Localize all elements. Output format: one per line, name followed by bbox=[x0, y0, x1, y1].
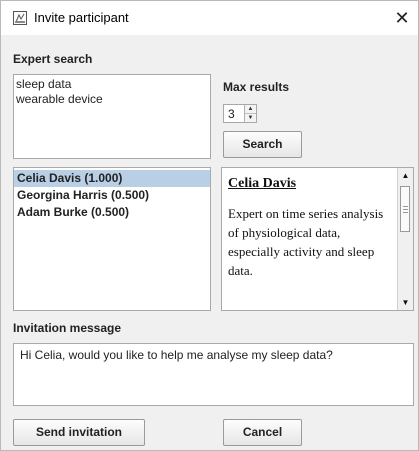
scrollbar-thumb[interactable] bbox=[400, 186, 410, 232]
grip-line bbox=[403, 206, 408, 207]
window-title: Invite participant bbox=[34, 10, 129, 25]
grip-line bbox=[403, 209, 408, 210]
send-invitation-button[interactable]: Send invitation bbox=[13, 419, 145, 446]
spinner-down-icon[interactable]: ▼ bbox=[245, 114, 256, 122]
max-results-spinner[interactable]: 3 ▲ ▼ bbox=[223, 104, 257, 123]
search-query-textarea[interactable]: sleep data wearable device bbox=[13, 74, 211, 159]
expert-detail-content: Celia Davis Expert on time series analys… bbox=[228, 174, 394, 280]
invitation-message-heading: Invitation message bbox=[13, 321, 122, 335]
expert-description: Expert on time series analysis of physio… bbox=[228, 206, 384, 278]
title-bar: Invite participant ✕ bbox=[1, 1, 418, 35]
invite-participant-dialog: Invite participant ✕ Expert search sleep… bbox=[0, 0, 419, 451]
result-item[interactable]: Adam Burke (0.500) bbox=[14, 204, 210, 221]
invitation-message-textarea[interactable]: Hi Celia, would you like to help me anal… bbox=[13, 343, 414, 406]
scroll-up-icon[interactable]: ▲ bbox=[398, 168, 413, 183]
close-icon[interactable]: ✕ bbox=[391, 7, 413, 29]
spinner-up-icon[interactable]: ▲ bbox=[245, 105, 256, 114]
expert-results-list[interactable]: Celia Davis (1.000) Georgina Harris (0.5… bbox=[13, 167, 211, 311]
scroll-down-icon[interactable]: ▼ bbox=[398, 295, 413, 310]
grip-line bbox=[403, 212, 408, 213]
result-item[interactable]: Celia Davis (1.000) bbox=[14, 170, 210, 187]
expert-detail-pane: Celia Davis Expert on time series analys… bbox=[221, 167, 414, 311]
max-results-label: Max results bbox=[223, 80, 290, 94]
detail-scrollbar[interactable]: ▲ ▼ bbox=[397, 168, 413, 310]
expert-search-heading: Expert search bbox=[13, 52, 93, 66]
expert-name-link[interactable]: Celia Davis bbox=[228, 174, 394, 193]
result-item[interactable]: Georgina Harris (0.500) bbox=[14, 187, 210, 204]
app-window-icon bbox=[13, 11, 27, 25]
search-button[interactable]: Search bbox=[223, 131, 302, 158]
cancel-button[interactable]: Cancel bbox=[223, 419, 302, 446]
spinner-buttons: ▲ ▼ bbox=[244, 105, 256, 122]
max-results-value[interactable]: 3 bbox=[228, 107, 235, 121]
